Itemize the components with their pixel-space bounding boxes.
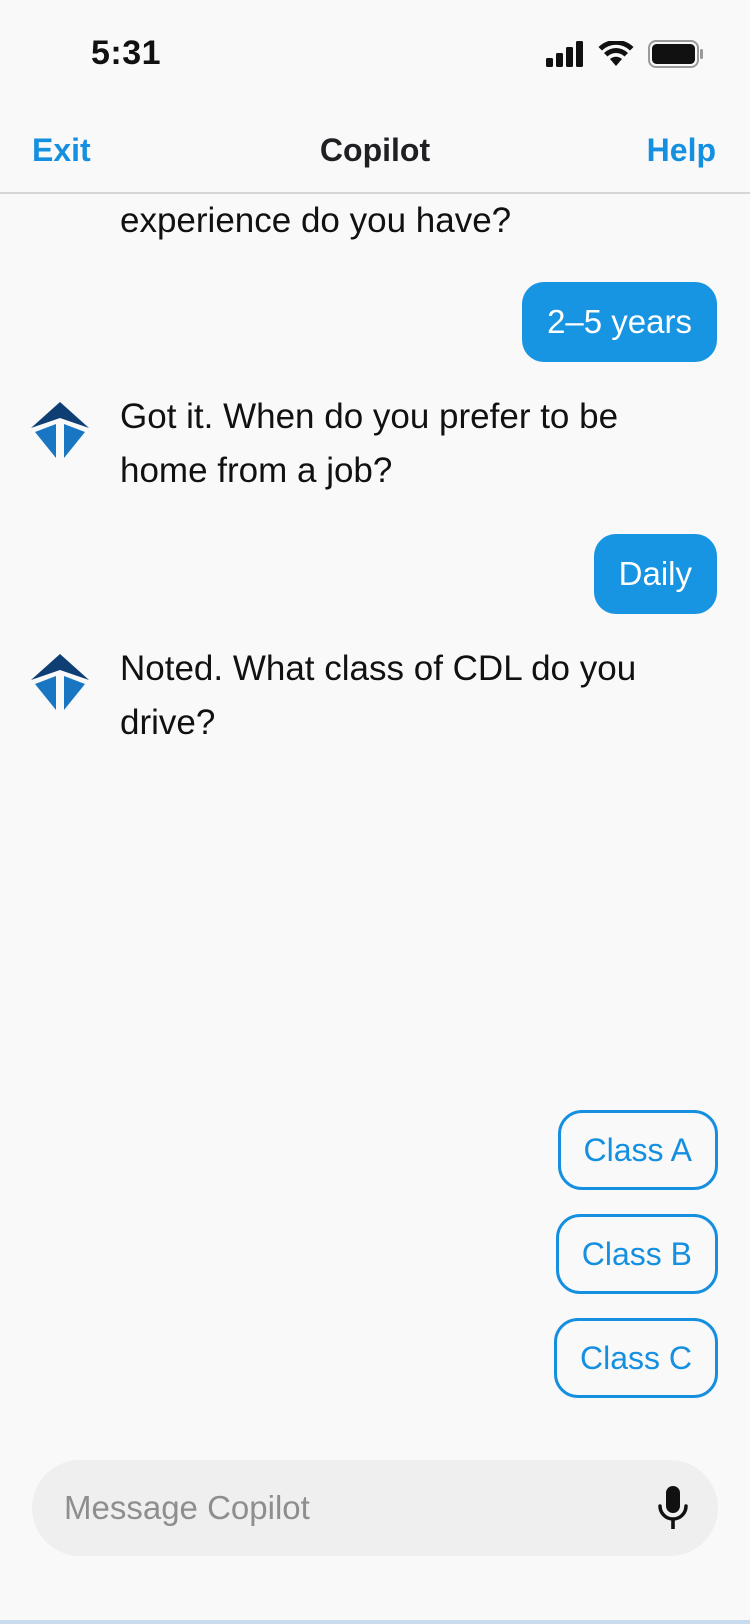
bottom-edge [0, 1620, 750, 1624]
bot-message: Got it. When do you prefer to be home fr… [120, 397, 619, 490]
copilot-logo-icon [31, 654, 89, 710]
message-input[interactable] [64, 1460, 624, 1556]
bot-message: Noted. What class of CDL do you drive? [120, 649, 637, 742]
user-message: 2–5 years [522, 282, 717, 362]
quick-reply-class-b[interactable]: Class B [555, 1214, 718, 1294]
status-icons [546, 40, 704, 68]
nav-bar: Exit Copilot Help [0, 110, 750, 194]
status-bar: 5:31 [0, 0, 750, 110]
quick-reply-class-c[interactable]: Class C [553, 1318, 718, 1398]
bot-message: experience do you have? [120, 201, 512, 240]
help-button[interactable]: Help [647, 132, 716, 169]
status-time: 5:31 [91, 34, 162, 72]
user-message: Daily [593, 534, 717, 614]
battery-icon [648, 40, 703, 68]
quick-reply-class-a[interactable]: Class A [557, 1110, 718, 1190]
page-title: Copilot [319, 132, 431, 168]
cellular-signal-icon [546, 41, 583, 67]
chat-thread[interactable]: experience do you have? 2–5 years Got it… [0, 194, 750, 1424]
microphone-icon[interactable] [658, 1486, 688, 1532]
wifi-icon [598, 41, 634, 66]
message-composer [32, 1460, 718, 1556]
copilot-logo-icon [31, 402, 89, 458]
